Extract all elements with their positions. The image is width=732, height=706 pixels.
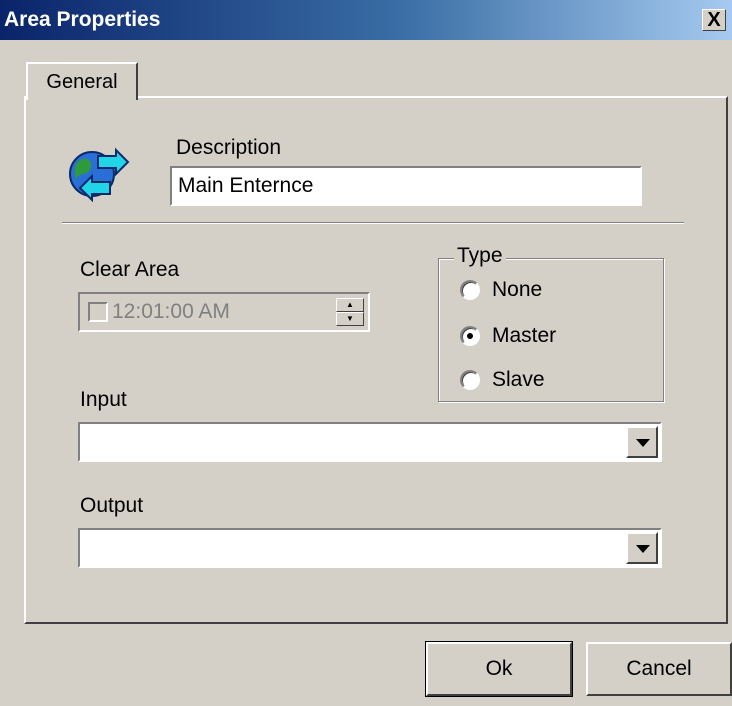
radio-master[interactable] — [460, 326, 480, 346]
output-label: Output — [80, 494, 144, 517]
radio-none-label: None — [492, 278, 543, 301]
close-button[interactable]: X — [702, 9, 726, 31]
time-spinner[interactable]: ▲ ▼ — [336, 298, 364, 326]
chevron-down-icon — [636, 439, 650, 447]
clear-area-time-picker[interactable]: 12:01:00 AM ▲ ▼ — [78, 292, 370, 332]
area-globe-icon — [69, 147, 130, 203]
spin-down-button[interactable]: ▼ — [336, 312, 364, 326]
radio-master-label: Master — [492, 324, 557, 347]
output-dropdown-button[interactable] — [626, 532, 658, 564]
clear-area-label: Clear Area — [80, 258, 180, 281]
description-input[interactable]: Main Enternce — [170, 166, 642, 206]
input-label: Input — [80, 388, 127, 411]
tab-general[interactable]: General — [26, 62, 138, 100]
window-title: Area Properties — [4, 8, 161, 31]
radio-slave-label: Slave — [492, 368, 545, 391]
spin-up-button[interactable]: ▲ — [336, 298, 364, 312]
description-value: Main Enternce — [178, 174, 314, 197]
ok-button[interactable]: Ok — [425, 641, 573, 697]
output-select[interactable] — [78, 528, 662, 568]
description-label: Description — [176, 136, 282, 159]
input-dropdown-button[interactable] — [626, 426, 658, 458]
type-option-slave[interactable]: Slave — [460, 368, 650, 394]
radio-selected-dot — [467, 333, 473, 339]
clear-area-time-value: 12:01:00 AM — [112, 300, 230, 323]
chevron-down-icon — [636, 545, 650, 553]
input-select[interactable] — [78, 422, 662, 462]
clear-area-checkbox[interactable] — [88, 302, 108, 322]
separator — [62, 222, 684, 224]
type-legend: Type — [454, 244, 506, 268]
type-option-master[interactable]: Master — [460, 324, 650, 350]
type-option-none[interactable]: None — [460, 278, 650, 304]
radio-none[interactable] — [460, 280, 480, 300]
radio-slave[interactable] — [460, 370, 480, 390]
cancel-button[interactable]: Cancel — [586, 642, 732, 696]
